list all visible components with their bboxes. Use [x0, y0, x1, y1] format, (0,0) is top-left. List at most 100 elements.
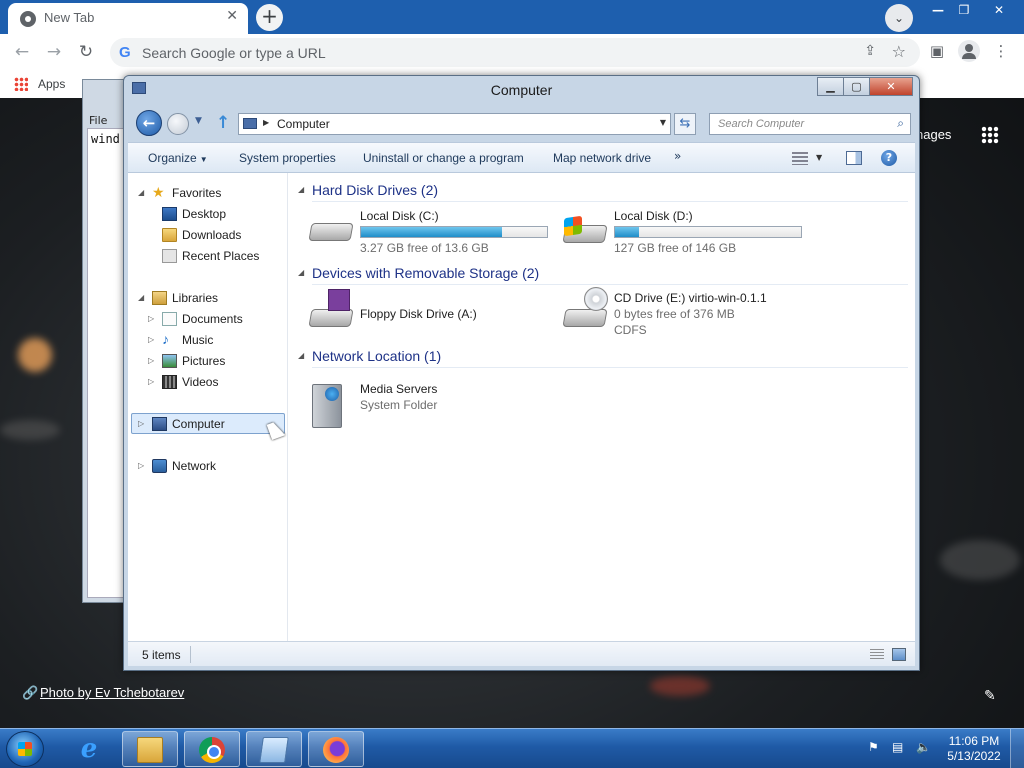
photo-credit-link[interactable]: Photo by Ev Tchebotarev — [40, 685, 184, 700]
minimize-button[interactable]: ▁ — [817, 77, 844, 96]
tab-new-tab[interactable]: New Tab ✕ — [8, 3, 248, 34]
more-commands-button[interactable]: » — [674, 149, 681, 163]
side-panel-icon[interactable]: ▣ — [926, 42, 948, 62]
breadcrumb-computer[interactable]: Computer — [277, 117, 330, 131]
group-header-removable-storage[interactable]: ◢ Devices with Removable Storage (2) — [298, 264, 908, 286]
google-apps-icon[interactable] — [981, 126, 999, 144]
recent-pages-dropdown[interactable]: ▼ — [195, 116, 202, 126]
forward-arrow-icon[interactable]: → — [42, 41, 66, 63]
drive-floppy-a[interactable]: Floppy Disk Drive (A:) — [308, 289, 548, 339]
bokeh-light — [0, 420, 60, 440]
folder-icon — [137, 737, 163, 763]
drive-local-disk-d[interactable]: Local Disk (D:) 127 GB free of 146 GB — [562, 209, 802, 257]
close-button[interactable]: ✕ — [869, 77, 913, 96]
view-options-dropdown[interactable]: ▼ — [816, 153, 822, 162]
tree-label: Desktop — [182, 207, 227, 221]
forward-button[interactable] — [167, 113, 189, 135]
command-bar: Organize ▼ System properties Uninstall or… — [128, 142, 915, 173]
notepad-menu-file[interactable]: File — [89, 114, 107, 127]
tab-search-button[interactable]: ⌄ — [885, 4, 913, 32]
share-icon[interactable]: ⇪ — [864, 43, 876, 59]
refresh-button[interactable]: ⇆ — [674, 113, 696, 135]
group-title: Devices with Removable Storage (2) — [312, 265, 540, 281]
network-tray-icon[interactable]: ▤ — [892, 740, 906, 754]
expand-arrow-icon[interactable]: ▷ — [148, 351, 154, 371]
bokeh-light — [650, 676, 710, 696]
collapse-arrow-icon[interactable]: ◢ — [138, 288, 144, 308]
group-divider — [312, 201, 908, 202]
preview-pane-icon[interactable] — [846, 151, 862, 165]
minimize-icon[interactable]: — — [924, 1, 952, 19]
address-bar[interactable]: ▶ Computer ▼ — [238, 113, 671, 135]
group-divider — [312, 367, 908, 368]
drive-local-disk-c[interactable]: Local Disk (C:) 3.27 GB free of 13.6 GB — [308, 209, 548, 257]
search-input[interactable]: Search Computer ⌕ — [709, 113, 911, 135]
help-icon[interactable]: ? — [881, 150, 897, 166]
taskbar-firefox[interactable] — [308, 731, 364, 767]
network-media-servers[interactable]: Media Servers System Folder — [308, 382, 548, 430]
apps-shortcut[interactable]: Apps — [38, 77, 65, 91]
drive-cd-e[interactable]: CD Drive (E:) virtio-win-0.1.1 0 bytes f… — [562, 287, 822, 339]
address-dropdown-icon[interactable]: ▼ — [660, 118, 666, 127]
bokeh-light — [18, 338, 52, 372]
collapse-arrow-icon[interactable]: ◢ — [138, 183, 144, 203]
uninstall-program-button[interactable]: Uninstall or change a program — [363, 151, 524, 165]
expand-arrow-icon[interactable]: ▷ — [148, 372, 154, 392]
tree-label: Recent Places — [182, 249, 260, 263]
item-type: System Folder — [360, 398, 438, 412]
maximize-button[interactable]: ▢ — [843, 77, 870, 96]
back-arrow-icon[interactable]: ← — [10, 41, 34, 63]
back-button[interactable]: ← — [136, 110, 162, 136]
drive-name: CD Drive (E:) virtio-win-0.1.1 — [614, 291, 767, 305]
taskbar-internet-explorer[interactable]: e — [62, 731, 118, 767]
restore-icon[interactable]: ❐ — [950, 1, 978, 19]
tree-label: Network — [172, 459, 217, 473]
omnibox[interactable]: G Search Google or type a URL ⇪ ☆ — [110, 38, 920, 67]
chrome-toolbar: ← → ↻ G Search Google or type a URL ⇪ ☆ … — [0, 34, 1024, 70]
customize-pencil-icon[interactable]: ✎ — [984, 688, 996, 704]
expand-arrow-icon[interactable]: ▷ — [148, 309, 154, 329]
bokeh-light — [940, 540, 1020, 580]
expand-arrow-icon[interactable]: ▷ — [148, 330, 154, 350]
change-view-icon[interactable] — [792, 152, 808, 165]
profile-avatar-icon[interactable] — [958, 40, 980, 62]
libraries-icon — [152, 291, 167, 305]
collapse-arrow-icon[interactable]: ◢ — [298, 185, 304, 194]
group-header-hard-disk-drives[interactable]: ◢ Hard Disk Drives (2) — [298, 181, 908, 203]
apps-grid-icon[interactable] — [14, 77, 28, 91]
tab-close-icon[interactable]: ✕ — [226, 8, 238, 24]
windows-logo-icon — [564, 215, 582, 237]
collapse-arrow-icon[interactable]: ◢ — [298, 351, 304, 360]
show-desktop-button[interactable] — [1010, 729, 1024, 768]
taskbar: e ⚑ ▤ 🔈 11:06 PM 5/13/2022 — [0, 728, 1024, 768]
images-link[interactable]: nages — [916, 127, 951, 142]
reload-icon[interactable]: ↻ — [74, 41, 98, 63]
start-button[interactable] — [6, 731, 44, 767]
search-icon[interactable]: ⌕ — [897, 116, 904, 131]
taskbar-notepad[interactable] — [246, 731, 302, 767]
new-tab-button[interactable]: + — [256, 4, 283, 31]
expand-arrow-icon[interactable]: ▷ — [138, 414, 144, 434]
explorer-body: ◢ ★ Favorites Desktop Downloads Recent P… — [128, 173, 915, 641]
system-properties-button[interactable]: System properties — [239, 151, 336, 165]
tiles-view-icon[interactable] — [892, 648, 906, 661]
action-center-flag-icon[interactable]: ⚑ — [868, 740, 882, 754]
bookmark-star-icon[interactable]: ☆ — [892, 42, 906, 61]
chrome-menu-icon[interactable]: ⋮ — [990, 42, 1012, 62]
close-icon[interactable]: ✕ — [985, 1, 1013, 19]
up-arrow-icon[interactable]: ↑ — [216, 113, 230, 133]
floppy-disk-icon — [328, 289, 350, 311]
breadcrumb-arrow-icon[interactable]: ▶ — [263, 118, 269, 127]
group-header-network-location[interactable]: ◢ Network Location (1) — [298, 347, 908, 369]
map-network-drive-button[interactable]: Map network drive — [553, 151, 651, 165]
photo-credit[interactable]: 🔗 Photo by Ev Tchebotarev — [22, 685, 184, 701]
organize-button[interactable]: Organize ▼ — [148, 151, 208, 165]
taskbar-chrome[interactable] — [184, 731, 240, 767]
volume-muted-icon[interactable]: 🔈 — [916, 740, 931, 754]
details-view-icon[interactable] — [870, 649, 884, 661]
expand-arrow-icon[interactable]: ▷ — [138, 456, 144, 476]
internet-explorer-icon: e — [80, 734, 98, 764]
collapse-arrow-icon[interactable]: ◢ — [298, 268, 304, 277]
system-clock[interactable]: 11:06 PM 5/13/2022 — [944, 734, 1004, 764]
taskbar-windows-explorer[interactable] — [122, 731, 178, 767]
